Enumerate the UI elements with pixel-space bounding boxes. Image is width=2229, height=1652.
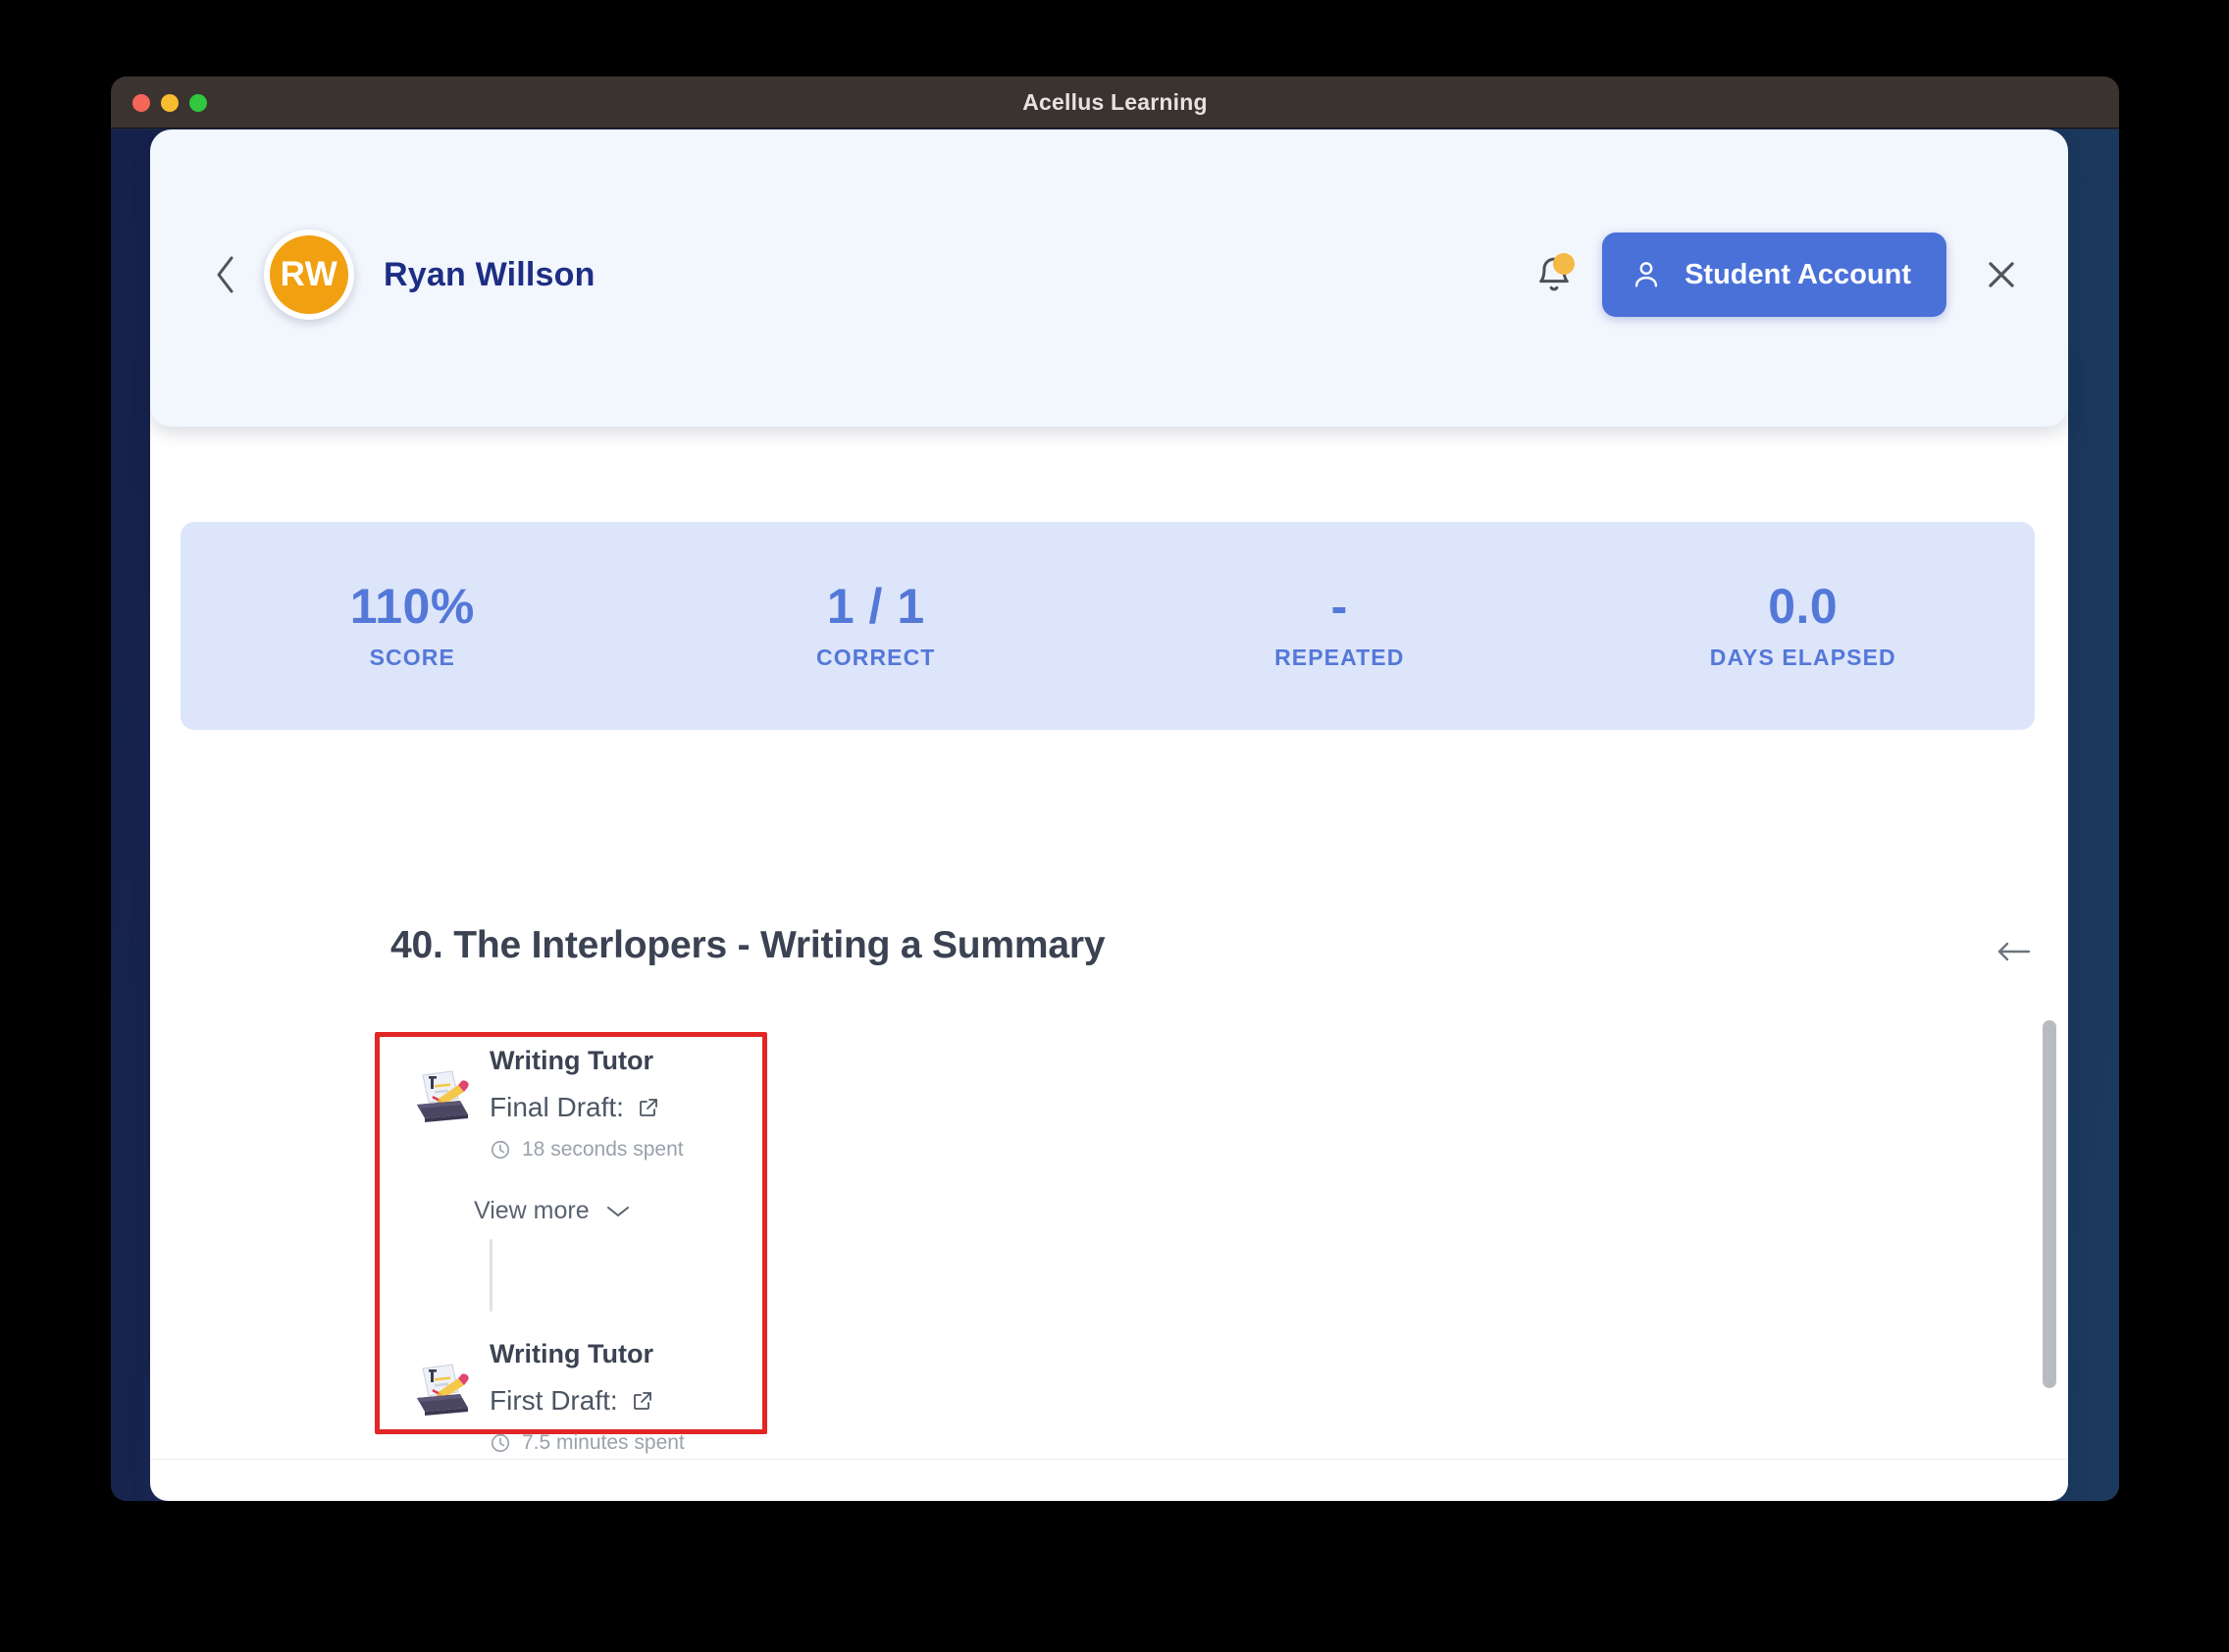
stats-summary-bar: 110% SCORE 1 / 1 CORRECT - REPEATED 0.0 …	[181, 522, 2035, 730]
student-header-card: RW Ryan Willson Student Account	[150, 129, 2068, 427]
stat-label: CORRECT	[816, 644, 936, 670]
stat-label: DAYS ELAPSED	[1709, 644, 1896, 670]
notification-badge	[1553, 253, 1576, 275]
activity-draft-link[interactable]: First Draft:	[490, 1385, 685, 1417]
clock-icon	[490, 1139, 511, 1161]
activity-first-draft[interactable]: Writing Tutor First Draft: 7.5 minutes s…	[393, 1333, 805, 1455]
view-more-label: View more	[474, 1197, 590, 1224]
activity-draft-link[interactable]: Final Draft:	[490, 1092, 684, 1123]
writing-tutor-activity-group: Writing Tutor Final Draft: 18 seconds sp…	[393, 1040, 805, 1455]
stat-repeated: - REPEATED	[1108, 522, 1572, 730]
user-icon	[1630, 258, 1663, 291]
activity-link-label: First Draft:	[490, 1385, 618, 1416]
writing-laptop-icon	[409, 1065, 472, 1128]
list-item[interactable]: 22. Practice with Literary Devices Compl…	[150, 1488, 2068, 1501]
external-link-icon[interactable]	[631, 1389, 654, 1413]
back-button[interactable]	[209, 245, 242, 304]
traffic-light-controls	[132, 77, 207, 129]
close-panel-button[interactable]	[1974, 247, 2029, 302]
student-name: Ryan Willson	[384, 255, 596, 293]
time-spent-label: 7.5 minutes spent	[522, 1431, 685, 1454]
stat-score: 110% SCORE	[181, 522, 645, 730]
activity-time-spent: 7.5 minutes spent	[490, 1431, 685, 1455]
activity-title: Writing Tutor	[490, 1339, 653, 1368]
student-account-button[interactable]: Student Account	[1602, 232, 1946, 317]
avatar[interactable]: RW	[264, 230, 354, 320]
external-link-icon[interactable]	[637, 1096, 660, 1119]
window-title: Acellus Learning	[1022, 88, 1208, 115]
stat-value: 1 / 1	[826, 578, 925, 634]
clock-icon	[490, 1432, 511, 1454]
stat-value: 0.0	[1768, 578, 1839, 634]
activity-final-draft[interactable]: Writing Tutor Final Draft: 18 seconds sp…	[393, 1040, 805, 1162]
stat-value: -	[1330, 578, 1348, 634]
view-more-toggle[interactable]: View more	[474, 1197, 631, 1225]
app-body: 110% SCORE 1 / 1 CORRECT - REPEATED 0.0 …	[111, 129, 2119, 1501]
activity-time-spent: 18 seconds spent	[490, 1138, 684, 1162]
stat-label: SCORE	[369, 644, 455, 670]
maximize-window-button[interactable]	[189, 93, 207, 112]
chevron-down-icon	[605, 1204, 631, 1219]
activity-title: Writing Tutor	[490, 1046, 653, 1075]
scrollbar-thumb[interactable]	[2043, 1020, 2056, 1388]
stat-days-elapsed: 0.0 DAYS ELAPSED	[1572, 522, 2036, 730]
activity-connector-line	[490, 1239, 492, 1312]
notifications-button[interactable]	[1531, 252, 1577, 297]
vertical-scrollbar[interactable]	[2043, 353, 2056, 1501]
section-divider	[150, 1459, 2068, 1460]
application-window: Acellus Learning 110% SCORE 1 / 1 CORREC…	[111, 77, 2119, 1501]
stat-value: 110%	[349, 578, 475, 634]
close-icon	[1989, 262, 2014, 287]
lesson-title: 40. The Interlopers - Writing a Summary	[390, 924, 1106, 966]
time-spent-label: 18 seconds spent	[522, 1138, 684, 1161]
writing-laptop-icon	[409, 1359, 472, 1421]
stat-label: REPEATED	[1274, 644, 1405, 670]
stat-correct: 1 / 1 CORRECT	[645, 522, 1109, 730]
close-window-button[interactable]	[132, 93, 150, 112]
activity-link-label: Final Draft:	[490, 1092, 624, 1122]
student-account-label: Student Account	[1685, 258, 1911, 290]
lesson-detail-panel: 110% SCORE 1 / 1 CORRECT - REPEATED 0.0 …	[150, 353, 2068, 1501]
minimize-window-button[interactable]	[161, 93, 179, 112]
window-titlebar: Acellus Learning	[111, 77, 2119, 129]
